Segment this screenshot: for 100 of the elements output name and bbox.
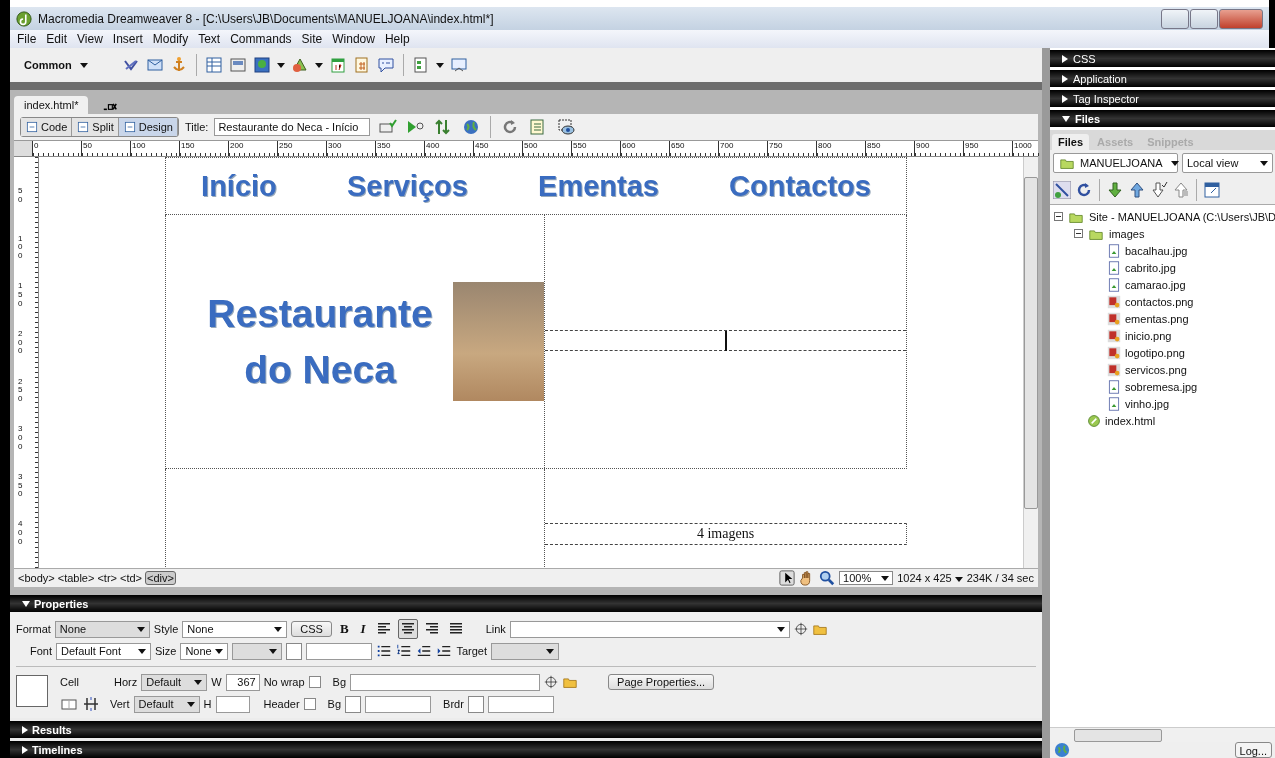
menu-item[interactable]: Insert	[107, 32, 148, 46]
tag-selector[interactable]: <table>	[57, 572, 95, 584]
zoom-tool-icon[interactable]	[819, 570, 836, 586]
page-properties-button[interactable]: Page Properties...	[608, 674, 715, 690]
tag-selector[interactable]: <body>	[18, 572, 55, 584]
collapse-toggle[interactable]	[1074, 229, 1083, 238]
split-cell-icon[interactable]	[82, 695, 100, 713]
menu-item[interactable]: Commands	[225, 32, 297, 46]
file-tree-item[interactable]: bacalhau.jpg	[1125, 244, 1188, 257]
tag-selector[interactable]: <tr>	[97, 572, 117, 584]
file-tree-item[interactable]: index.html	[1105, 414, 1156, 427]
height-field[interactable]	[215, 695, 250, 713]
nav-link[interactable]: Início	[201, 169, 277, 203]
image-icon[interactable]	[252, 56, 271, 74]
refresh-icon[interactable]	[1075, 181, 1093, 199]
panel-header[interactable]: Timelines	[10, 741, 1042, 758]
file-tree-item[interactable]: cabrito.jpg	[1125, 261, 1176, 274]
numbered-list-icon[interactable]	[396, 643, 413, 659]
window-size-dropdown[interactable]: 1024 x 425	[897, 572, 963, 584]
file-tree-item[interactable]: camarao.jpg	[1125, 278, 1186, 291]
menu-item[interactable]: File	[12, 32, 42, 46]
point-to-file-icon[interactable]	[544, 675, 559, 689]
bullet-list-icon[interactable]	[376, 643, 393, 659]
tag-selector[interactable]: <td>	[120, 572, 142, 584]
panel-header[interactable]: Files	[1050, 110, 1275, 127]
menu-item[interactable]: Edit	[41, 32, 73, 46]
link-field[interactable]	[509, 620, 790, 638]
horz-dropdown[interactable]: Default	[141, 673, 208, 691]
bold-button[interactable]: B	[335, 621, 353, 637]
insert-category-dropdown[interactable]: Common	[24, 59, 88, 71]
point-to-file-icon[interactable]	[793, 622, 808, 636]
file-tree-item[interactable]: vinho.jpg	[1125, 397, 1170, 410]
tag-selector[interactable]: <div>	[145, 571, 176, 585]
maximize-button[interactable]	[1190, 8, 1218, 29]
log-button[interactable]: Log...	[1234, 742, 1273, 758]
zoom-dropdown[interactable]: 100%	[839, 571, 894, 585]
vert-dropdown[interactable]: Default	[133, 695, 200, 713]
menu-item[interactable]: Text	[193, 32, 226, 46]
collapse-toggle[interactable]	[1054, 212, 1063, 221]
target-dropdown[interactable]	[491, 642, 559, 660]
down-arrow-icon[interactable]	[1106, 181, 1124, 199]
file-tree-item[interactable]: inicio.png	[1125, 329, 1172, 342]
nav-link[interactable]: Ementas	[538, 169, 659, 203]
file-tree-item[interactable]: Site - MANUELJOANA (C:\Users\JB\D	[1089, 210, 1275, 223]
view-button[interactable]: Code	[21, 118, 73, 136]
validate-icon[interactable]	[376, 118, 399, 136]
width-field[interactable]: 367	[225, 673, 260, 691]
table-icon[interactable]	[204, 56, 223, 74]
css-button[interactable]: CSS	[291, 621, 332, 637]
panel-header[interactable]: Results	[10, 721, 1042, 738]
check-out-icon[interactable]	[1150, 181, 1168, 199]
pointer-tool-icon[interactable]	[779, 570, 796, 586]
header-checkbox[interactable]	[303, 698, 316, 710]
menu-item[interactable]: Site	[296, 32, 328, 46]
size-unit-dropdown[interactable]	[232, 642, 283, 660]
view-button[interactable]: Split	[72, 118, 119, 136]
nav-link[interactable]: Serviços	[346, 169, 468, 203]
vertical-scrollbar[interactable]	[1023, 157, 1038, 568]
view-dropdown[interactable]: Local view	[1182, 153, 1274, 173]
document-tab[interactable]: index.html*	[14, 96, 89, 114]
layer-icon[interactable]	[228, 56, 247, 74]
font-dropdown[interactable]: Default Font	[56, 642, 151, 660]
bg-color-field[interactable]	[365, 695, 432, 713]
horizontal-scrollbar[interactable]	[1050, 727, 1275, 742]
minimize-button[interactable]	[1161, 8, 1189, 29]
file-tree-item[interactable]: ementas.png	[1125, 312, 1189, 325]
check-in-icon[interactable]	[1172, 181, 1190, 199]
bg-image-field[interactable]	[350, 673, 541, 691]
color-field[interactable]	[306, 642, 373, 660]
menu-item[interactable]: Help	[379, 32, 415, 46]
menu-item[interactable]: View	[72, 32, 108, 46]
up-arrow-icon[interactable]	[1128, 181, 1146, 199]
date-icon[interactable]	[328, 56, 347, 74]
view-button[interactable]: Design	[118, 118, 178, 136]
format-dropdown[interactable]: None	[54, 620, 150, 638]
menu-item[interactable]: Window	[327, 32, 380, 46]
file-tree-item[interactable]: contactos.png	[1125, 295, 1194, 308]
connect-icon[interactable]	[1053, 181, 1071, 199]
expand-panel-icon[interactable]	[1203, 181, 1221, 199]
panel-header[interactable]: Properties	[10, 595, 1042, 612]
color-swatch[interactable]	[467, 695, 484, 713]
file-tree-item[interactable]: sobremesa.jpg	[1125, 380, 1198, 393]
title-field[interactable]: Restaurante do Neca - Início	[214, 118, 371, 136]
email-icon[interactable]	[145, 56, 164, 74]
panel-header[interactable]: Tag Inspector	[1050, 90, 1275, 107]
site-dropdown[interactable]: MANUELJOANA	[1053, 153, 1178, 173]
file-tree-item[interactable]: images	[1109, 227, 1145, 240]
panel-tab[interactable]: Files	[1052, 134, 1090, 150]
file-tree-item[interactable]: logotipo.png	[1125, 346, 1185, 359]
align-button[interactable]	[397, 619, 418, 639]
file-tree-item[interactable]: servicos.png	[1125, 363, 1187, 376]
italic-button[interactable]: I	[356, 621, 370, 637]
media-icon[interactable]	[290, 56, 309, 74]
outdent-icon[interactable]	[416, 643, 433, 659]
panel-header[interactable]: Application	[1050, 70, 1275, 87]
color-swatch[interactable]	[345, 695, 362, 713]
panel-header[interactable]: CSS	[1050, 50, 1275, 67]
template-icon[interactable]	[411, 56, 430, 74]
color-swatch[interactable]	[286, 642, 303, 660]
border-color-field[interactable]	[487, 695, 554, 713]
